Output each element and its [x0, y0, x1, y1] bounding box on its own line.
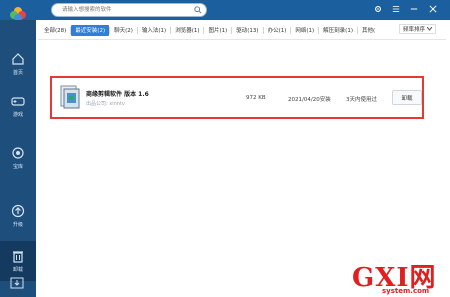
app-installer-icon — [60, 85, 80, 109]
upgrade-icon — [11, 204, 25, 218]
tabs-divider — [38, 39, 446, 40]
treasure-icon — [12, 147, 24, 159]
close-icon — [429, 5, 437, 13]
tab-recent[interactable]: 最近安装(2) — [71, 24, 110, 36]
category-tabs: 全部(28) 最近安装(2) 聊天(2) 输入法(1) 浏览器(1) 图片(1)… — [40, 22, 444, 38]
home-icon — [12, 53, 24, 65]
app-install-date: 2021/04/20安装 — [288, 97, 331, 103]
gamepad-icon — [11, 97, 25, 106]
tab-network[interactable]: 网络(1) — [291, 25, 318, 36]
tab-other[interactable]: 其他( — [358, 25, 379, 36]
tab-all[interactable]: 全部(28) — [40, 25, 70, 36]
tab-driver[interactable]: 驱动(13) — [232, 25, 262, 36]
uninstall-button[interactable]: 卸载 — [392, 90, 422, 105]
settings-button[interactable] — [373, 4, 383, 14]
sidebar-item-label: 首页 — [12, 70, 23, 76]
menu-button[interactable] — [391, 4, 401, 14]
download-icon[interactable] — [10, 277, 24, 289]
search-input[interactable] — [62, 4, 190, 16]
tab-compress[interactable]: 解压刻录(1) — [319, 25, 357, 36]
minimize-button[interactable] — [409, 4, 419, 14]
top-bar — [0, 0, 450, 22]
app-size: 972 KB — [246, 95, 266, 101]
sort-dropdown[interactable]: 频率排序 — [398, 24, 436, 34]
tab-image[interactable]: 图片(1) — [204, 25, 231, 36]
sidebar-item-uninstall[interactable]: 卸载 — [0, 241, 36, 281]
tab-chat[interactable]: 聊天(2) — [110, 25, 137, 36]
sort-label: 频率排序 — [402, 27, 425, 33]
sidebar-item-games[interactable]: 游戏 — [0, 86, 36, 126]
tab-browser[interactable]: 浏览器(1) — [171, 25, 203, 36]
tab-office[interactable]: 办公(1) — [264, 25, 291, 36]
sidebar-item-label: 宝库 — [12, 164, 23, 170]
chevron-down-icon — [427, 27, 432, 31]
sidebar-item-treasure[interactable]: 宝库 — [0, 138, 36, 178]
watermark-domain: system.com — [382, 287, 430, 295]
sidebar: 首页 游戏 宝库 升级 卸载 — [0, 20, 36, 297]
search-icon[interactable] — [194, 6, 202, 14]
sidebar-item-label: 升级 — [12, 222, 23, 228]
highlighted-app-row: 商缘剪辑软件 版本 1.6 出品公司: xinntv 972 KB 2021/0… — [50, 76, 424, 119]
sidebar-item-home[interactable]: 首页 — [0, 44, 36, 84]
gear-icon — [375, 6, 381, 12]
app-publisher: 出品公司: xinntv — [86, 101, 125, 107]
tab-input-method[interactable]: 输入法(1) — [138, 25, 170, 36]
app-name: 商缘剪辑软件 版本 1.6 — [86, 91, 149, 98]
minimize-icon — [410, 8, 418, 10]
uninstall-icon — [13, 251, 23, 263]
watermark: GXI网 system.com — [352, 257, 448, 297]
sidebar-item-label: 卸载 — [12, 267, 23, 273]
app-usage-frequency: 3天内使用过 — [346, 97, 377, 103]
menu-icon — [392, 6, 400, 12]
app-row[interactable]: 商缘剪辑软件 版本 1.6 出品公司: xinntv 972 KB 2021/0… — [56, 82, 422, 114]
search-box[interactable] — [51, 3, 207, 17]
close-button[interactable] — [428, 4, 438, 14]
sidebar-item-upgrade[interactable]: 升级 — [0, 196, 36, 236]
sidebar-item-label: 游戏 — [12, 112, 23, 118]
